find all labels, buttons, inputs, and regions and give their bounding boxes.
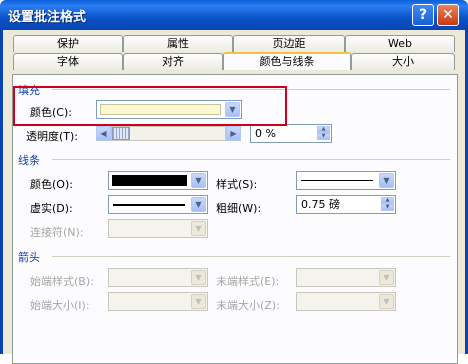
spin-down-icon[interactable]: ▼ bbox=[317, 133, 330, 140]
transparency-value: 0 % bbox=[255, 127, 276, 140]
tab-protection[interactable]: 保护 bbox=[13, 35, 123, 52]
transparency-left-arrow-icon[interactable]: ◀ bbox=[96, 126, 111, 141]
line-weight-spinner[interactable]: ▲ ▼ bbox=[381, 197, 394, 212]
chevron-down-icon[interactable]: ▼ bbox=[191, 173, 206, 188]
tab-size[interactable]: 大小 bbox=[351, 53, 455, 70]
line-weight-value: 0.75 磅 bbox=[301, 198, 340, 211]
line-style-label: 样式(S): bbox=[216, 178, 258, 191]
line-separator bbox=[52, 159, 450, 160]
line-weight-field[interactable]: 0.75 磅 ▲ ▼ bbox=[296, 195, 396, 214]
connector-dropdown[interactable]: ▼ bbox=[108, 219, 208, 238]
arrows-separator bbox=[52, 256, 450, 257]
chevron-down-icon[interactable]: ▼ bbox=[191, 197, 206, 212]
begin-size-label: 始端大小(I): bbox=[30, 299, 90, 312]
close-icon: ✕ bbox=[442, 7, 454, 23]
tab-web[interactable]: Web bbox=[345, 35, 455, 52]
transparency-value-field[interactable]: 0 % ▲ ▼ bbox=[250, 124, 332, 143]
chevron-down-icon[interactable]: ▼ bbox=[379, 270, 394, 285]
help-icon: ? bbox=[418, 7, 428, 23]
end-style-dropdown[interactable]: ▼ bbox=[296, 268, 396, 287]
chevron-down-icon[interactable]: ▼ bbox=[379, 173, 394, 188]
tab-colors-and-lines[interactable]: 颜色与线条 bbox=[223, 52, 351, 70]
line-color-swatch bbox=[112, 175, 187, 186]
format-comment-dialog: 设置批注格式 ? ✕ 保护 属性 页边距 Web 字体 对齐 颜色与线条 大小 … bbox=[0, 0, 468, 364]
close-button[interactable]: ✕ bbox=[437, 4, 459, 26]
transparency-spinner[interactable]: ▲ ▼ bbox=[317, 126, 330, 141]
fill-color-highlight bbox=[13, 86, 287, 126]
tab-margins[interactable]: 页边距 bbox=[233, 35, 345, 52]
line-style-dropdown[interactable]: ▼ bbox=[296, 171, 396, 190]
chevron-down-icon[interactable]: ▼ bbox=[191, 294, 206, 309]
dashed-label: 虚实(D): bbox=[30, 202, 73, 215]
line-color-dropdown[interactable]: ▼ bbox=[108, 171, 208, 190]
tab-alignment[interactable]: 对齐 bbox=[123, 53, 223, 70]
spin-up-icon[interactable]: ▲ bbox=[317, 126, 330, 133]
line-style-sample bbox=[301, 180, 373, 181]
tab-properties[interactable]: 属性 bbox=[123, 35, 233, 52]
line-color-label: 颜色(O): bbox=[30, 178, 73, 191]
transparency-right-arrow-icon[interactable]: ▶ bbox=[226, 126, 241, 141]
spin-down-icon[interactable]: ▼ bbox=[381, 204, 394, 211]
chevron-down-icon[interactable]: ▼ bbox=[379, 294, 394, 309]
begin-style-label: 始端样式(B): bbox=[30, 275, 94, 288]
begin-style-dropdown[interactable]: ▼ bbox=[108, 268, 208, 287]
line-weight-label: 粗细(W): bbox=[216, 202, 262, 215]
help-button[interactable]: ? bbox=[412, 4, 434, 26]
transparency-slider[interactable] bbox=[111, 126, 226, 141]
tab-font[interactable]: 字体 bbox=[13, 53, 123, 70]
spin-up-icon[interactable]: ▲ bbox=[381, 197, 394, 204]
line-section-title: 线条 bbox=[18, 154, 40, 167]
window-title: 设置批注格式 bbox=[8, 10, 87, 25]
dashed-dropdown[interactable]: ▼ bbox=[108, 195, 208, 214]
transparency-slider-thumb[interactable] bbox=[112, 127, 130, 140]
transparency-label: 透明度(T): bbox=[26, 130, 79, 143]
begin-size-dropdown[interactable]: ▼ bbox=[108, 292, 208, 311]
dashed-sample bbox=[113, 204, 185, 206]
arrows-section-title: 箭头 bbox=[18, 251, 40, 264]
title-bar[interactable]: 设置批注格式 ? ✕ bbox=[0, 0, 468, 30]
chevron-down-icon[interactable]: ▼ bbox=[191, 270, 206, 285]
end-style-label: 末端样式(E): bbox=[216, 275, 280, 288]
connector-label: 连接符(N): bbox=[30, 226, 84, 239]
chevron-down-icon[interactable]: ▼ bbox=[191, 221, 206, 236]
end-size-label: 末端大小(Z): bbox=[216, 299, 280, 312]
end-size-dropdown[interactable]: ▼ bbox=[296, 292, 396, 311]
